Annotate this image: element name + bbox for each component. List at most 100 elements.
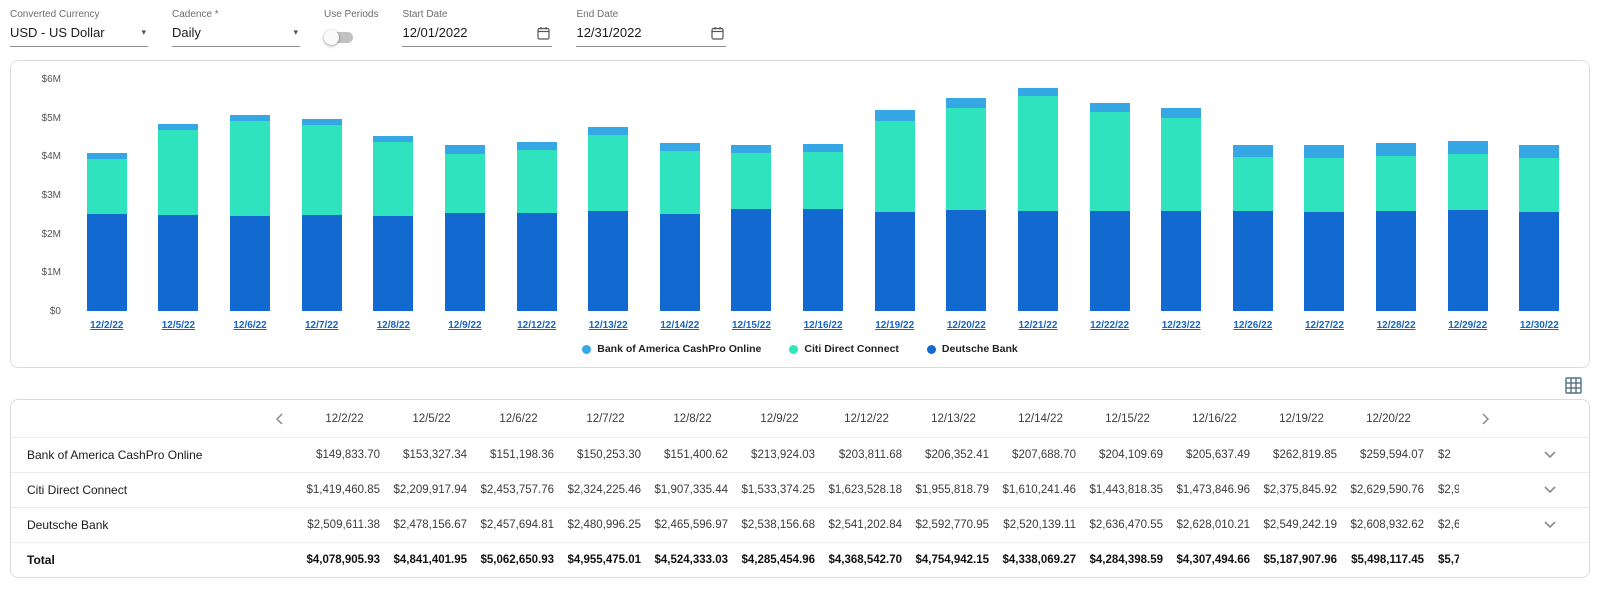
bar-segment-bank-of-america-cashpro-online[interactable] <box>516 142 557 150</box>
x-axis-date-link[interactable]: 12/5/22 <box>162 320 195 331</box>
bar-segment-deutsche-bank[interactable] <box>803 209 844 311</box>
bar-segment-deutsche-bank[interactable] <box>1232 211 1273 311</box>
legend-item-bank-of-america-cashpro-online[interactable]: Bank of America CashPro Online <box>582 343 761 355</box>
bar-segment-bank-of-america-cashpro-online[interactable] <box>1519 144 1560 159</box>
bar-segment-citi-direct-connect[interactable] <box>588 135 629 211</box>
bar-segment-bank-of-america-cashpro-online[interactable] <box>1447 140 1488 155</box>
bar-segment-deutsche-bank[interactable] <box>1161 210 1202 311</box>
bar-segment-bank-of-america-cashpro-online[interactable] <box>803 144 844 153</box>
x-axis-date-link[interactable]: 12/6/22 <box>233 320 266 331</box>
x-axis-date-link[interactable]: 12/20/22 <box>947 320 986 331</box>
bar-segment-bank-of-america-cashpro-online[interactable] <box>1376 142 1417 157</box>
bar-segment-citi-direct-connect[interactable] <box>1376 156 1417 211</box>
x-axis-date-link[interactable]: 12/8/22 <box>377 320 410 331</box>
bar-segment-deutsche-bank[interactable] <box>1089 210 1130 311</box>
bar-segment-bank-of-america-cashpro-online[interactable] <box>1304 145 1345 158</box>
x-axis-date-link[interactable]: 12/9/22 <box>448 320 481 331</box>
bar-segment-citi-direct-connect[interactable] <box>803 152 844 210</box>
table-view-icon[interactable] <box>1565 377 1582 394</box>
calendar-icon[interactable] <box>711 26 725 40</box>
legend-item-citi-direct-connect[interactable]: Citi Direct Connect <box>789 343 899 355</box>
bar-segment-citi-direct-connect[interactable] <box>373 141 414 216</box>
x-axis-date-link[interactable]: 12/7/22 <box>305 320 338 331</box>
bar-segment-citi-direct-connect[interactable] <box>1304 157 1345 213</box>
bar-segment-bank-of-america-cashpro-online[interactable] <box>1017 87 1058 97</box>
bar-segment-deutsche-bank[interactable] <box>516 212 557 311</box>
x-axis-date-link[interactable]: 12/28/22 <box>1377 320 1416 331</box>
bar-segment-bank-of-america-cashpro-online[interactable] <box>731 145 772 154</box>
bar-segment-deutsche-bank[interactable] <box>1447 210 1488 311</box>
converted-currency-select[interactable]: USD - US Dollar ▾ <box>10 21 148 47</box>
bar-segment-deutsche-bank[interactable] <box>1017 210 1058 311</box>
x-axis-date-link[interactable]: 12/26/22 <box>1233 320 1272 331</box>
end-date-input[interactable]: 12/31/2022 <box>576 21 727 47</box>
x-axis-date-link[interactable]: 12/14/22 <box>660 320 699 331</box>
bar-segment-citi-direct-connect[interactable] <box>1519 158 1560 213</box>
bar-segment-deutsche-bank[interactable] <box>659 213 700 311</box>
bar-segment-bank-of-america-cashpro-online[interactable] <box>874 110 915 121</box>
bar-stack <box>1447 79 1488 311</box>
bar-segment-citi-direct-connect[interactable] <box>230 121 271 216</box>
bar-segment-deutsche-bank[interactable] <box>1519 212 1560 311</box>
use-periods-toggle[interactable] <box>324 29 356 46</box>
bar-segment-deutsche-bank[interactable] <box>158 215 199 311</box>
cadence-select[interactable]: Daily ▾ <box>172 21 300 47</box>
bar-segment-deutsche-bank[interactable] <box>1376 210 1417 311</box>
table-cell: $4,285,454.96 <box>741 554 815 566</box>
chevron-down-icon[interactable] <box>1544 486 1556 494</box>
bar-segment-citi-direct-connect[interactable] <box>1089 111 1130 211</box>
bar-segment-deutsche-bank[interactable] <box>444 212 485 311</box>
bar-segment-bank-of-america-cashpro-online[interactable] <box>1232 144 1273 158</box>
bar-segment-deutsche-bank[interactable] <box>1304 212 1345 311</box>
bar-segment-deutsche-bank[interactable] <box>731 209 772 311</box>
bar-segment-citi-direct-connect[interactable] <box>86 159 127 214</box>
x-axis-date-link[interactable]: 12/29/22 <box>1448 320 1487 331</box>
bar-segment-citi-direct-connect[interactable] <box>1017 96 1058 211</box>
bar-segment-citi-direct-connect[interactable] <box>301 125 342 216</box>
bar-segment-deutsche-bank[interactable] <box>230 216 271 311</box>
x-axis-date-link[interactable]: 12/15/22 <box>732 320 771 331</box>
bar-segment-citi-direct-connect[interactable] <box>1232 157 1273 212</box>
bar-segment-citi-direct-connect[interactable] <box>1161 117 1202 211</box>
x-axis-date-link[interactable]: 12/19/22 <box>875 320 914 331</box>
table-cell-clipped: $2,9 <box>1438 484 1459 496</box>
x-axis-date-link[interactable]: 12/30/22 <box>1520 320 1559 331</box>
x-axis-date-link[interactable]: 12/22/22 <box>1090 320 1129 331</box>
x-axis-date-link[interactable]: 12/2/22 <box>90 320 123 331</box>
x-axis-date-link[interactable]: 12/13/22 <box>589 320 628 331</box>
bar-segment-citi-direct-connect[interactable] <box>659 151 700 214</box>
bar-segment-citi-direct-connect[interactable] <box>516 149 557 213</box>
bar-segment-bank-of-america-cashpro-online[interactable] <box>1161 108 1202 118</box>
prev-page-icon[interactable] <box>273 412 287 426</box>
bar-segment-citi-direct-connect[interactable] <box>158 129 199 216</box>
bar-segment-deutsche-bank[interactable] <box>946 210 987 311</box>
bar-segment-deutsche-bank[interactable] <box>874 212 915 311</box>
x-axis-date-link[interactable]: 12/27/22 <box>1305 320 1344 331</box>
legend-item-deutsche-bank[interactable]: Deutsche Bank <box>926 343 1018 355</box>
bar-segment-bank-of-america-cashpro-online[interactable] <box>588 127 629 136</box>
bar-segment-citi-direct-connect[interactable] <box>731 153 772 210</box>
bar-segment-deutsche-bank[interactable] <box>373 215 414 311</box>
bar-segment-citi-direct-connect[interactable] <box>1447 154 1488 211</box>
bar-segment-bank-of-america-cashpro-online[interactable] <box>659 143 700 152</box>
x-axis-date-link[interactable]: 12/12/22 <box>517 320 556 331</box>
table-cell-clipped: $5,7 <box>1438 554 1459 566</box>
bar-segment-deutsche-bank[interactable] <box>301 215 342 311</box>
chevron-down-icon[interactable] <box>1544 521 1556 529</box>
bar-segment-bank-of-america-cashpro-online[interactable] <box>1089 102 1130 112</box>
chevron-down-icon[interactable] <box>1544 451 1556 459</box>
bar-segment-deutsche-bank[interactable] <box>86 214 127 311</box>
bar-segment-bank-of-america-cashpro-online[interactable] <box>444 145 485 154</box>
bar-segment-deutsche-bank[interactable] <box>588 210 629 311</box>
next-page-icon[interactable] <box>1478 412 1492 426</box>
bar-segment-citi-direct-connect[interactable] <box>946 108 987 211</box>
bar-segment-bank-of-america-cashpro-online[interactable] <box>946 98 987 109</box>
calendar-icon[interactable] <box>537 26 551 40</box>
bar-segment-citi-direct-connect[interactable] <box>444 153 485 213</box>
table-cell-clipped: $2 <box>1438 449 1451 461</box>
bar-segment-citi-direct-connect[interactable] <box>874 120 915 213</box>
x-axis-date-link[interactable]: 12/21/22 <box>1018 320 1057 331</box>
x-axis-date-link[interactable]: 12/16/22 <box>804 320 843 331</box>
start-date-input[interactable]: 12/01/2022 <box>402 21 553 47</box>
x-axis-date-link[interactable]: 12/23/22 <box>1162 320 1201 331</box>
